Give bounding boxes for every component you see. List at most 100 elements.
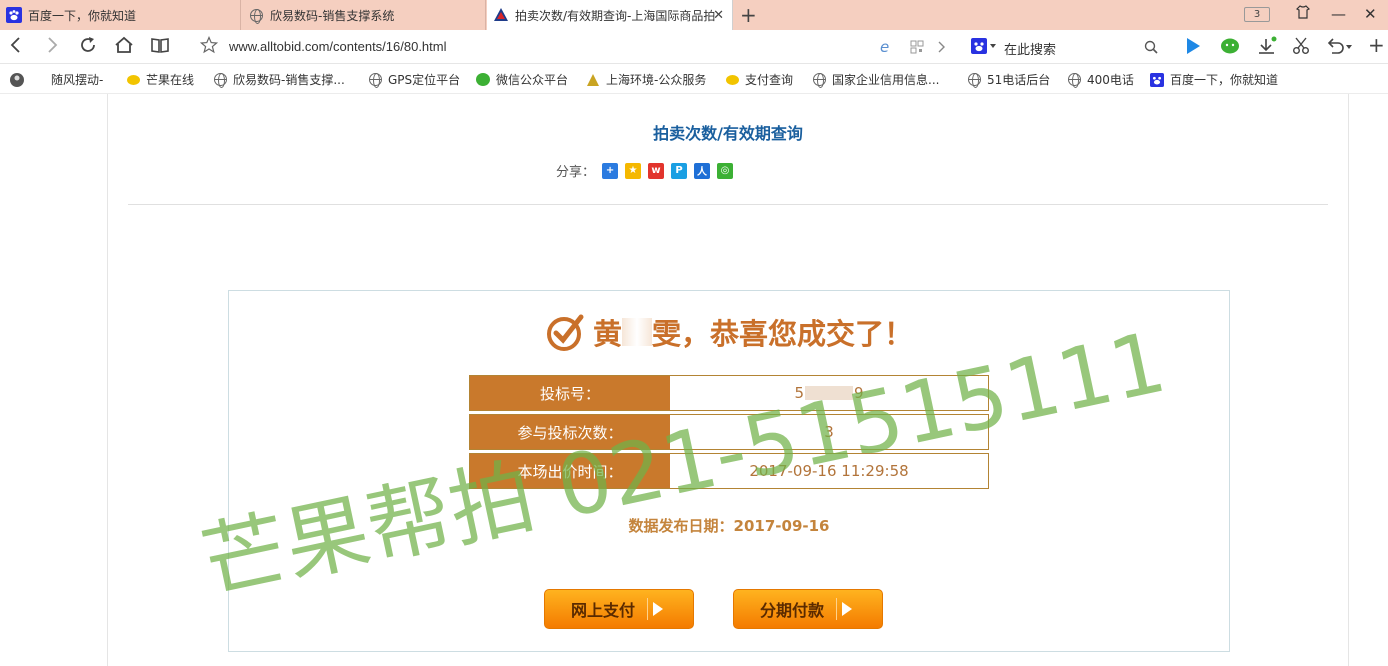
chevron-right-icon[interactable] [936,38,946,59]
bookmarks-bar: 随风摆动- 芒果在线 欣易数码-销售支撑... GPS定位平台 微信公众平台 上… [0,64,1388,94]
bookmark-label: 欣易数码-销售支撑... [233,73,345,87]
bookmark-label: 400电话 [1087,73,1134,87]
tab-alltobid[interactable]: 拍卖次数/有效期查询-上海国际商品拍 ✕ [487,0,733,30]
bid-info-table: 投标号： 5 9 参与投标次数： 3 本场出价时间： 2017-09-16 11… [469,375,989,492]
bid-time-value: 2017-09-16 11:29:58 [670,454,988,488]
bid-number-prefix: 5 [794,384,804,402]
bookmark-item[interactable]: 400电话 [1067,71,1134,88]
reading-mode-icon[interactable] [150,36,170,59]
share-bar: 分享： + ★ w P 人 ◎ [556,161,734,180]
congrats-text: ，恭喜您成交了！ [681,317,914,351]
table-row: 本场出价时间： 2017-09-16 11:29:58 [469,453,989,489]
release-date-label: 数据发布日期： [628,517,734,535]
bid-number-label: 投标号： [470,376,670,410]
back-icon[interactable] [8,36,24,59]
share-label: 分享： [556,165,596,180]
wechat-share-icon[interactable]: ◎ [717,162,734,179]
wechat-icon [476,73,490,87]
shanghai-env-icon [586,73,600,87]
minimize-icon[interactable]: — [1331,5,1346,23]
mango-icon [126,73,140,87]
bookmark-label: 支付查询 [745,73,794,87]
installment-button[interactable]: 分期付款 [733,589,883,629]
scissors-icon[interactable] [1292,37,1310,60]
pay-online-label: 网上支付 [570,601,635,620]
tab-strip: 百度一下，你就知道 欣易数码-销售支撑系统 拍卖次数/有效期查询-上海国际商品拍… [0,0,1388,30]
bookmark-item[interactable]: 51电话后台 [967,71,1050,88]
globe-icon [213,73,227,88]
content-column: 拍卖次数/有效期查询 分享： + ★ w P 人 ◎ 黄 雯 ，恭喜您成交了！ [107,94,1349,666]
home-icon[interactable] [114,36,134,59]
qzone-star-icon[interactable]: ★ [625,162,642,179]
bookmark-item[interactable]: 芒果在线 [126,71,194,88]
baidu-paw-icon [6,7,22,23]
search-icon[interactable] [1144,38,1158,59]
address-input[interactable]: www.alltobid.com/contents/16/80.html [229,39,447,54]
ie-mode-icon[interactable]: e [880,38,889,56]
globe-icon [368,73,382,88]
search-input[interactable]: 在此搜索 [1004,39,1056,58]
bookmark-item[interactable]: GPS定位平台 [368,71,460,88]
tab-title: 百度一下，你就知道 [28,8,137,23]
tencent-weibo-icon[interactable]: P [671,162,688,179]
page-title: 拍卖次数/有效期查询 [653,124,803,143]
share-more-icon[interactable]: + [602,162,619,179]
bookmark-item[interactable]: 支付查询 [725,71,793,88]
play-arrow-icon [647,598,667,620]
bookmark-item[interactable]: 百度一下，你就知道 [1150,71,1278,88]
bid-count-value: 3 [670,415,988,449]
table-row: 参与投标次数： 3 [469,414,989,450]
weibo-icon[interactable]: w [648,162,665,179]
globe-icon [248,7,264,24]
bookmark-label: 上海环境-公众服务 [606,73,707,87]
release-date: 数据发布日期：2017-09-16 [229,515,1229,536]
name-mask [621,318,652,346]
result-panel: 黄 雯 ，恭喜您成交了！ 投标号： 5 9 参与投标次数： 3 本场出价时间： … [228,290,1230,652]
bid-number-suffix: 9 [854,384,864,402]
installment-label: 分期付款 [759,601,824,620]
undo-close-tab-icon[interactable] [1326,37,1354,60]
qrcode-icon[interactable] [910,38,924,59]
download-icon[interactable] [1257,36,1277,61]
table-row: 投标号： 5 9 [469,375,989,411]
close-window-icon[interactable]: ✕ [1364,5,1377,23]
new-tab-icon[interactable]: + [740,3,757,27]
close-tab-icon[interactable]: ✕ [713,8,724,23]
renren-icon[interactable]: 人 [694,162,711,179]
tab-title: 欣易数码-销售支撑系统 [270,8,395,23]
tab-count-badge[interactable]: 3 [1244,7,1270,22]
bookmark-label: 微信公众平台 [496,73,569,87]
bookmark-label: 芒果在线 [146,73,195,87]
bookmark-item[interactable]: 微信公众平台 [476,71,568,88]
favorite-star-icon[interactable] [199,35,219,59]
video-play-icon[interactable] [1184,37,1202,60]
forward-icon[interactable] [44,36,60,59]
wechat-icon[interactable] [1220,37,1240,60]
mango-icon [725,73,739,87]
check-circle-icon [546,314,584,351]
divider [128,204,1328,205]
more-menu-icon[interactable]: + [1368,33,1385,57]
bid-count-label: 参与投标次数： [470,415,670,449]
pay-online-button[interactable]: 网上支付 [544,589,694,629]
avatar-icon [10,72,24,87]
play-arrow-icon [836,598,856,620]
winner-name-last: 雯 [651,317,681,351]
release-date-value: 2017-09-16 [733,517,830,535]
site-triangle-icon [493,7,509,23]
bookmark-item[interactable]: 上海环境-公众服务 [586,71,706,88]
bookmark-item[interactable]: 随风摆动- [10,71,103,88]
refresh-icon[interactable] [79,36,97,59]
search-engine-baidu-icon[interactable] [971,38,997,59]
tab-xinyi[interactable]: 欣易数码-销售支撑系统 [242,0,486,30]
bid-number-mask [805,386,853,400]
tab-baidu[interactable]: 百度一下，你就知道 [0,0,241,30]
tab-title: 拍卖次数/有效期查询-上海国际商品拍 [515,8,716,23]
bid-number-value: 5 9 [670,376,988,410]
skin-icon[interactable] [1295,5,1311,23]
bookmark-item[interactable]: 欣易数码-销售支撑... [213,71,345,88]
bookmark-item[interactable]: 国家企业信用信息... [812,71,939,88]
bookmark-label: 百度一下，你就知道 [1170,73,1279,87]
congrats-heading: 黄 雯 ，恭喜您成交了！ [229,311,1229,353]
winner-name-first: 黄 [592,317,622,351]
